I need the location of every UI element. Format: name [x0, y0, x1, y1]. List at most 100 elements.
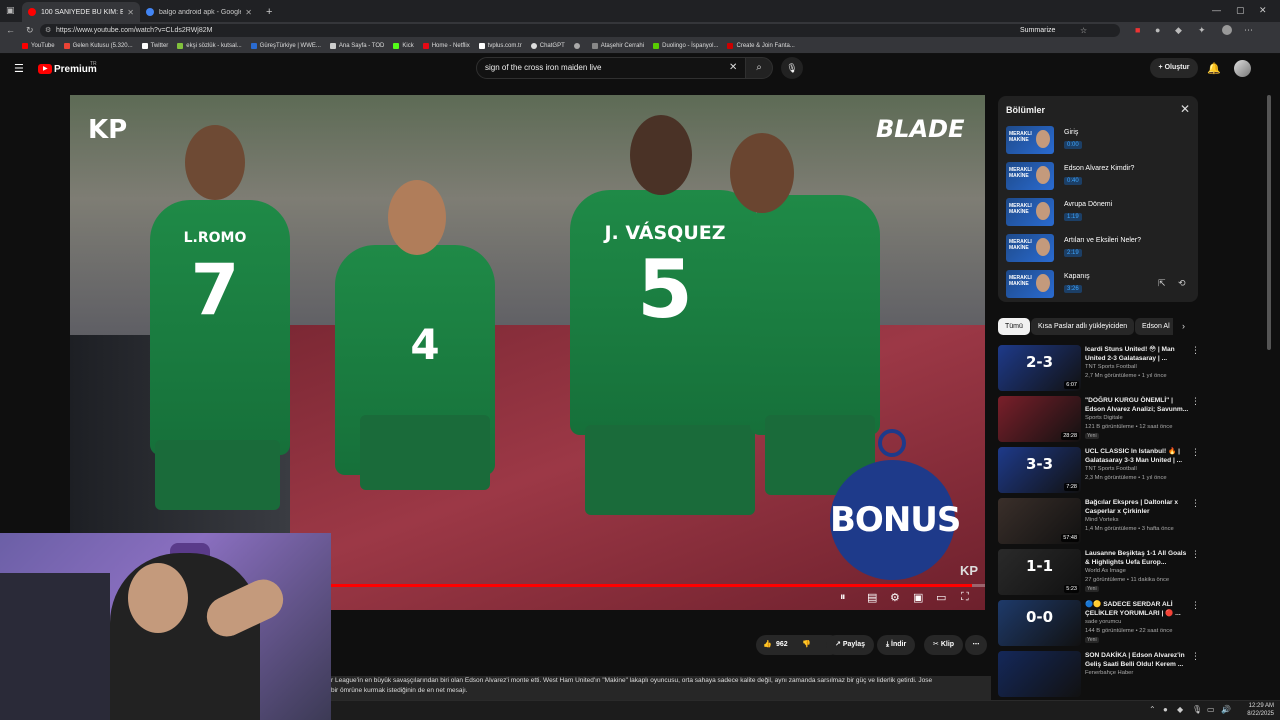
voice-search-button[interactable]: 🎙	[781, 57, 803, 79]
recommendation-channel[interactable]: Sports Digitale	[1085, 415, 1123, 421]
page-scrollbar[interactable]	[1267, 95, 1271, 350]
maximize-icon[interactable]: ▢	[1236, 5, 1245, 16]
like-icon[interactable]: 👍	[763, 635, 772, 655]
create-button[interactable]: + Oluştur	[1150, 58, 1198, 78]
chip-scroll-right-icon[interactable]: ›	[1182, 321, 1185, 331]
bookmark-item[interactable]: Kick	[393, 43, 414, 49]
site-info-icon[interactable]: ⚙	[45, 24, 51, 37]
bookmark-item[interactable]	[573, 43, 583, 49]
back-icon[interactable]: ←	[6, 25, 15, 35]
recommendation-thumbnail[interactable]: 2-3 6:07	[998, 345, 1081, 391]
new-tab-icon[interactable]: +	[266, 6, 272, 18]
bookmark-item[interactable]: GüreşTürkiye | WWE...	[250, 43, 321, 49]
recommendation-title[interactable]: Icardi Stuns United! 😳 | Man United 2-3 …	[1085, 345, 1189, 363]
tab-youtube[interactable]: 100 SANİYEDE BU KİM: Edson Alv... ✕	[22, 2, 140, 22]
recommendation-thumbnail[interactable]: 57:48	[998, 498, 1081, 544]
more-options-icon[interactable]: ⋮	[1191, 600, 1200, 611]
video-progress-bar[interactable]	[330, 584, 985, 587]
recommendation-channel[interactable]: TNT Sports Football	[1085, 364, 1137, 370]
recommendation-title[interactable]: 🔵🟡 SADECE SERDAR ALİ ÇELİKLER YORUMLARI …	[1085, 600, 1189, 618]
recommendation-thumbnail[interactable]: 0-0	[998, 600, 1081, 646]
tray-app-icon[interactable]: ◆	[1177, 705, 1183, 714]
recommendation-item[interactable]: 28:28 "DOĞRU KURGU ÖNEMLİ" | Edson Alvare…	[998, 396, 1200, 444]
recommendation-item[interactable]: 57:48 Bağcılar Ekspres | Daltonlar x Casp…	[998, 498, 1200, 546]
bookmark-item[interactable]: ChatGPT	[530, 43, 565, 49]
extension-icon[interactable]: ◆	[1175, 25, 1182, 36]
recommendation-thumbnail[interactable]	[998, 651, 1081, 697]
tray-app-icon[interactable]: ●	[1163, 705, 1168, 714]
close-window-icon[interactable]: ✕	[1259, 5, 1267, 16]
extension-icon[interactable]: ●	[1155, 25, 1160, 35]
close-tab-icon[interactable]: ✕	[245, 8, 252, 17]
theater-mode-icon[interactable]: ▭	[936, 591, 946, 604]
recommendation-channel[interactable]: Fenerbahçe Haber	[1085, 670, 1133, 676]
chapter-item[interactable]: MERAKLI MAKİNE Edson Alvarez Kimdir? 0:40	[1006, 162, 1191, 192]
bookmark-item[interactable]: YouTube	[22, 43, 55, 49]
recommendation-title[interactable]: UCL CLASSIC In Istanbul! 🔥 | Galatasaray…	[1085, 447, 1189, 465]
bookmark-item[interactable]: ekşi sözlük - kutsal...	[177, 43, 242, 49]
settings-gear-icon[interactable]: ⚙	[890, 591, 900, 604]
loop-icon[interactable]: ⟲	[1178, 278, 1186, 289]
more-options-icon[interactable]: ⋮	[1191, 549, 1200, 560]
taskbar-clock[interactable]: 12:29 AM 8/22/2025	[1247, 702, 1274, 718]
more-options-icon[interactable]: ⋮	[1191, 396, 1200, 407]
recommendation-thumbnail[interactable]: 1-1 5:23	[998, 549, 1081, 595]
recommendation-title[interactable]: "DOĞRU KURGU ÖNEMLİ" | Edson Alvarez Ana…	[1085, 396, 1189, 414]
bookmark-item[interactable]: Twitter	[141, 43, 168, 49]
bookmark-item[interactable]: Home - Netflix	[422, 43, 470, 49]
recommendation-item[interactable]: 0-0 🔵🟡 SADECE SERDAR ALİ ÇELİKLER YORUMLA…	[998, 600, 1200, 648]
subtitles-icon[interactable]: ▤	[867, 591, 877, 604]
dislike-icon[interactable]: 👎	[802, 635, 811, 655]
reload-icon[interactable]: ↻	[26, 25, 34, 36]
share-chapter-icon[interactable]: ⇱	[1158, 278, 1166, 289]
bookmark-item[interactable]: Ataşehir Cerrahi	[591, 43, 644, 49]
chip-edson[interactable]: Edson Al	[1135, 318, 1173, 335]
recommendation-title[interactable]: Bağcılar Ekspres | Daltonlar x Casperlar…	[1085, 498, 1189, 516]
autoplay-toggle-icon[interactable]: ⏸	[840, 591, 846, 604]
bookmark-item[interactable]: tvplus.com.tr	[478, 43, 522, 49]
tray-chevron-icon[interactable]: ⌃	[1149, 705, 1156, 714]
search-button[interactable]: ⌕	[745, 57, 773, 79]
search-input[interactable]: sign of the cross iron maiden live ✕	[476, 57, 746, 79]
recommendation-item[interactable]: SON DAKİKA | Edson Alvarez'in Geliş Saat…	[998, 651, 1200, 699]
recommendation-item[interactable]: 1-1 5:23 Lausanne Beşiktaş 1-1 All Goals &…	[998, 549, 1200, 597]
tray-volume-icon[interactable]: 🔊	[1221, 705, 1231, 714]
recommendation-thumbnail[interactable]: 3-3 7:28	[998, 447, 1081, 493]
chip-uploader[interactable]: Kısa Paslar adlı yükleyiciden	[1031, 318, 1135, 335]
fullscreen-icon[interactable]: ⛶	[961, 591, 969, 604]
recommendation-channel[interactable]: TNT Sports Football	[1085, 466, 1137, 472]
more-options-icon[interactable]: ⋮	[1191, 447, 1200, 458]
extension-icon[interactable]: ■	[1135, 25, 1140, 35]
more-actions-button[interactable]: ⋯	[965, 635, 987, 655]
recommendation-thumbnail[interactable]: 28:28	[998, 396, 1081, 442]
profile-avatar[interactable]	[1222, 25, 1232, 35]
chapter-item[interactable]: MERAKLI MAKİNE Giriş 0:00	[1006, 126, 1191, 156]
chip-all[interactable]: Tümü	[998, 318, 1030, 335]
puzzle-icon[interactable]: ✦	[1198, 25, 1206, 36]
tab-google[interactable]: balgo android apk - Google'da Ar... ✕	[140, 2, 258, 22]
bookmark-item[interactable]: Ana Sayfa - TOD	[329, 43, 384, 49]
minimize-icon[interactable]: —	[1212, 5, 1221, 15]
notifications-bell-icon[interactable]: 🔔	[1207, 62, 1221, 75]
recommendation-item[interactable]: 3-3 7:28 UCL CLASSIC In Istanbul! 🔥 | Gala…	[998, 447, 1200, 495]
hamburger-menu-icon[interactable]: ☰	[14, 62, 24, 75]
bookmark-item[interactable]: Gelen Kutusu (5.320...	[63, 43, 133, 49]
tray-network-icon[interactable]: ▭	[1207, 705, 1215, 714]
recommendation-title[interactable]: Lausanne Beşiktaş 1-1 All Goals & Highli…	[1085, 549, 1189, 567]
recommendation-channel[interactable]: World As Image	[1085, 568, 1126, 574]
chapter-item[interactable]: MERAKLI MAKİNE Artıları ve Eksileri Neler…	[1006, 234, 1191, 264]
clear-search-icon[interactable]: ✕	[729, 58, 737, 78]
download-button[interactable]: ⤓ İndir	[877, 635, 916, 655]
browser-menu-icon[interactable]: ⋯	[1244, 25, 1253, 36]
account-avatar[interactable]	[1234, 60, 1251, 77]
close-tab-icon[interactable]: ✕	[127, 8, 134, 17]
more-options-icon[interactable]: ⋮	[1191, 498, 1200, 509]
summarize-button[interactable]: Summarize	[1020, 24, 1055, 37]
recommendation-channel[interactable]: sade yorumcu	[1085, 619, 1121, 625]
chapter-item[interactable]: MERAKLI MAKİNE Avrupa Dönemi 1:19	[1006, 198, 1191, 228]
miniplayer-icon[interactable]: ▣	[913, 591, 923, 604]
close-chapters-icon[interactable]: ✕	[1180, 102, 1190, 116]
clip-button[interactable]: ✂ Klip	[924, 635, 964, 655]
bookmark-item[interactable]: Duolingo - İspanyol...	[653, 43, 718, 49]
tab-menu-icon[interactable]: ▣	[6, 5, 15, 16]
